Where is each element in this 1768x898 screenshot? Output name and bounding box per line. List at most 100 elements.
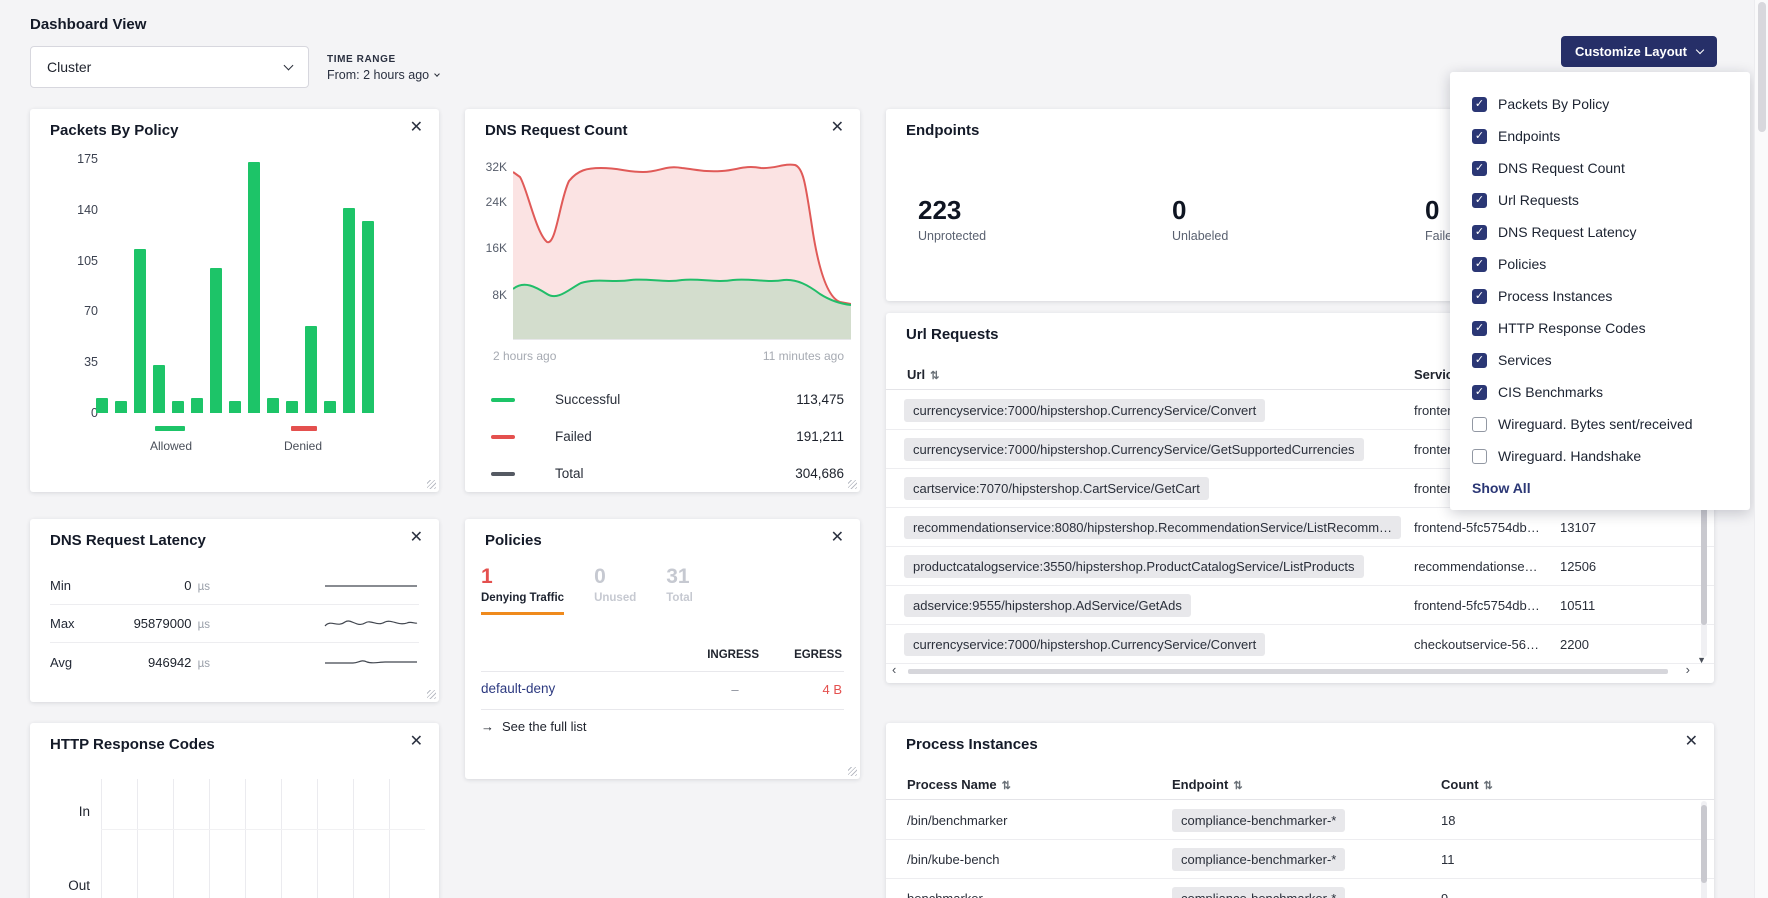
scroll-right-arrow-icon[interactable]: › — [1686, 663, 1690, 677]
column-header-ingress: INGRESS — [707, 649, 759, 661]
bar — [172, 401, 184, 413]
menu-item[interactable]: ✓DNS Request Count — [1472, 152, 1734, 184]
column-header-count[interactable]: Count⇅ — [1441, 777, 1493, 792]
allowed-axis-marker — [155, 426, 185, 431]
card-title: Url Requests — [906, 326, 999, 343]
table-row[interactable]: currencyservice:7000/hipstershop.Currenc… — [886, 625, 1714, 664]
process-name-cell: benchmarker — [907, 891, 983, 898]
menu-item[interactable]: ✓Services — [1472, 344, 1734, 376]
checkbox-checked[interactable]: ✓ — [1472, 321, 1487, 336]
checkbox-checked[interactable]: ✓ — [1472, 257, 1487, 272]
resize-handle[interactable] — [427, 690, 436, 699]
endpoint-stat: 0Unlabeled — [1172, 195, 1228, 243]
policies-tab-denying-traffic[interactable]: 1 Denying Traffic — [481, 565, 564, 615]
tab-count: 31 — [666, 565, 693, 589]
checkbox-checked[interactable]: ✓ — [1472, 129, 1487, 144]
table-row[interactable]: productcatalogservice:3550/hipstershop.P… — [886, 547, 1714, 586]
column-header-endpoint[interactable]: Endpoint⇅ — [1172, 777, 1243, 792]
divider — [481, 671, 844, 672]
close-icon[interactable]: ✕ — [410, 530, 423, 546]
legend-swatch — [491, 472, 515, 476]
chart-grid — [101, 779, 425, 898]
column-header-url[interactable]: Url⇅ — [907, 367, 939, 382]
menu-item[interactable]: ✓DNS Request Latency — [1472, 216, 1734, 248]
menu-item-label: Process Instances — [1498, 288, 1612, 304]
menu-item[interactable]: ✓Url Requests — [1472, 184, 1734, 216]
legend-swatch — [491, 398, 515, 402]
scrollbar-thumb[interactable] — [1701, 805, 1707, 883]
checkbox-unchecked[interactable] — [1472, 449, 1487, 464]
menu-item[interactable]: ✓Packets By Policy — [1472, 88, 1734, 120]
count-cell: 12506 — [1560, 559, 1596, 574]
sparkline — [323, 577, 419, 595]
legend-swatch — [491, 435, 515, 439]
close-icon[interactable]: ✕ — [1685, 734, 1698, 750]
scroll-down-arrow-icon[interactable]: ▼ — [1697, 655, 1706, 665]
table-row[interactable]: /bin/kube-benchcompliance-benchmarker-*1… — [886, 840, 1714, 879]
menu-item[interactable]: ✓ Process Instances — [1472, 280, 1734, 312]
view-selector[interactable]: Cluster — [30, 46, 309, 88]
see-full-list-link[interactable]: → See the full list — [481, 719, 587, 734]
checkbox-checked[interactable]: ✓ — [1472, 193, 1487, 208]
checkbox-checked[interactable]: ✓ — [1472, 353, 1487, 368]
legend-row: Successful113,475 — [491, 381, 844, 418]
table-row[interactable]: recommendationservice:8080/hipstershop.R… — [886, 508, 1714, 547]
scrollbar-thumb[interactable] — [908, 669, 1668, 674]
checkbox-checked[interactable]: ✓ — [1472, 97, 1487, 112]
customize-layout-button[interactable]: Customize Layout — [1561, 36, 1717, 67]
policies-tab-total[interactable]: 31Total — [666, 565, 693, 615]
latency-value: 0 µs — [102, 578, 210, 593]
menu-item[interactable]: ✓Endpoints — [1472, 120, 1734, 152]
tab-count: 1 — [481, 565, 564, 589]
card-title: HTTP Response Codes — [50, 736, 215, 753]
column-header-process-name[interactable]: Process Name⇅ — [907, 777, 1011, 792]
page-scrollbar[interactable] — [1754, 0, 1768, 898]
checkbox-unchecked[interactable] — [1472, 417, 1487, 432]
checkbox-checked[interactable]: ✓ — [1472, 385, 1487, 400]
menu-item[interactable]: ✓HTTP Response Codes — [1472, 312, 1734, 344]
card-dns-request-count: DNS Request Count ✕ 32K 24K 16K 8K 2 hou… — [465, 109, 860, 492]
y-axis-label: 24K — [473, 195, 507, 209]
checkbox-checked[interactable]: ✓ — [1472, 289, 1487, 304]
policies-tab-unused[interactable]: 0Unused — [594, 565, 636, 615]
stat-label: Unlabeled — [1172, 229, 1228, 243]
chart-legend: Successful113,475Failed191,211Total304,6… — [491, 381, 844, 492]
time-range-from[interactable]: From: 2 hours ago — [327, 68, 439, 82]
close-icon[interactable]: ✕ — [831, 120, 844, 136]
checkbox-checked[interactable]: ✓ — [1472, 225, 1487, 240]
scrollbar-thumb[interactable] — [1758, 2, 1766, 132]
y-axis-tick: 140 — [77, 202, 98, 218]
column-header-egress: EGRESS — [794, 649, 842, 661]
card-title: Endpoints — [906, 122, 979, 139]
denied-axis-marker — [291, 426, 317, 431]
resize-handle[interactable] — [848, 767, 857, 776]
chevron-down-icon — [284, 60, 294, 70]
show-all-link[interactable]: Show All — [1472, 480, 1734, 496]
resize-handle[interactable] — [848, 480, 857, 489]
bar-chart — [96, 159, 396, 413]
vertical-scrollbar[interactable] — [1701, 801, 1707, 898]
menu-item[interactable]: Wireguard. Handshake — [1472, 440, 1734, 472]
process-name-cell: /bin/benchmarker — [907, 813, 1007, 828]
table-row[interactable]: benchmarkercompliance-benchmarker-*9 — [886, 879, 1714, 898]
close-icon[interactable]: ✕ — [410, 120, 423, 136]
checkbox-checked[interactable]: ✓ — [1472, 161, 1487, 176]
menu-item[interactable]: ✓CIS Benchmarks — [1472, 376, 1734, 408]
close-icon[interactable]: ✕ — [410, 734, 423, 750]
table-row[interactable]: adservice:9555/hipstershop.AdService/Get… — [886, 586, 1714, 625]
menu-item[interactable]: ✓Policies — [1472, 248, 1734, 280]
tab-label: Denying Traffic — [481, 592, 564, 604]
url-cell: currencyservice:7000/hipstershop.Currenc… — [904, 438, 1364, 461]
horizontal-scrollbar[interactable]: ‹ › — [892, 664, 1690, 678]
sort-icon: ⇅ — [1002, 780, 1011, 792]
table-row[interactable]: /bin/benchmarkercompliance-benchmarker-*… — [886, 801, 1714, 840]
bar — [191, 398, 203, 413]
resize-handle[interactable] — [427, 480, 436, 489]
sparkline — [323, 615, 419, 633]
policy-link[interactable]: default-deny — [481, 681, 555, 696]
tab-count: 0 — [594, 565, 636, 589]
scroll-left-arrow-icon[interactable]: ‹ — [892, 663, 896, 677]
close-icon[interactable]: ✕ — [831, 530, 844, 546]
endpoint-stat: 223Unprotected — [918, 195, 986, 243]
menu-item[interactable]: Wireguard. Bytes sent/received — [1472, 408, 1734, 440]
